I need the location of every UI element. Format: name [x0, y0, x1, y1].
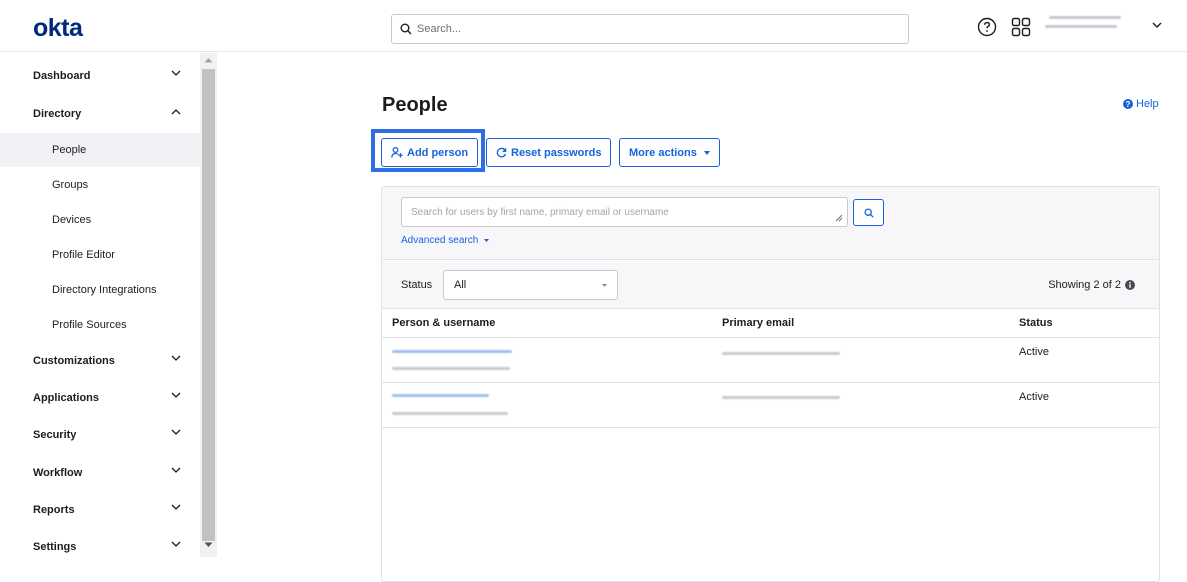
sidebar-item-security[interactable]: Security: [0, 418, 200, 452]
caret-down-icon: [602, 284, 607, 287]
svg-text:?: ?: [1126, 100, 1131, 109]
more-actions-button[interactable]: More actions: [619, 138, 720, 167]
status-filter-value: All: [454, 279, 467, 291]
chevron-up-icon: [171, 109, 181, 115]
primary-email-redacted: [722, 352, 840, 355]
sidebar-item-label: Applications: [33, 392, 100, 404]
search-area: Search for users by first name, primary …: [382, 187, 1159, 260]
results-count: Showing 2 of 2: [1048, 279, 1135, 291]
status-filter-select[interactable]: All: [443, 270, 618, 300]
okta-logo[interactable]: okta: [33, 14, 83, 43]
sidebar-item-label: Dashboard: [33, 70, 91, 82]
chevron-down-icon: [171, 392, 181, 398]
add-person-label: Add person: [407, 146, 469, 159]
sidebar-item-label: Reports: [33, 504, 75, 516]
add-user-icon: [391, 147, 403, 158]
sidebar-nav: Dashboard Directory People Groups Device…: [0, 53, 200, 582]
user-search-input[interactable]: Search for users by first name, primary …: [401, 197, 848, 227]
org-domain-redacted: [1045, 25, 1117, 28]
chevron-down-icon: [171, 355, 181, 361]
row-divider: [382, 382, 1159, 383]
sidebar-item-customizations[interactable]: Customizations: [0, 344, 200, 378]
sidebar-scrollbar[interactable]: [200, 53, 217, 557]
sidebar-subitem-devices[interactable]: Devices: [0, 203, 200, 237]
chevron-down-icon: [171, 504, 181, 510]
person-username-redacted: [392, 367, 510, 370]
help-circle-icon[interactable]: [977, 17, 997, 37]
help-link[interactable]: ? Help: [1123, 98, 1159, 110]
chevron-down-icon: [171, 70, 181, 76]
org-account-menu[interactable]: [1045, 16, 1145, 34]
person-name-link-redacted[interactable]: [392, 350, 512, 353]
column-header-person[interactable]: Person & username: [392, 317, 495, 329]
user-search-placeholder: Search for users by first name, primary …: [411, 206, 669, 218]
advanced-search-toggle[interactable]: Advanced search: [401, 235, 490, 246]
sidebar-item-settings[interactable]: Settings: [0, 530, 200, 564]
top-header: okta Search...: [0, 0, 1187, 52]
results-count-label: Showing 2 of 2: [1048, 279, 1121, 291]
global-search-input[interactable]: Search...: [391, 14, 909, 44]
sidebar-subitem-profile-sources[interactable]: Profile Sources: [0, 308, 200, 342]
sidebar-item-applications[interactable]: Applications: [0, 381, 200, 415]
sidebar-subitem-people[interactable]: People: [0, 133, 200, 167]
scroll-up-arrow-icon[interactable]: [204, 57, 213, 63]
sidebar-subitem-groups[interactable]: Groups: [0, 168, 200, 202]
search-icon: [863, 207, 874, 218]
status-filter-row: Status All Showing 2 of 2: [382, 261, 1159, 309]
person-name-link-redacted[interactable]: [392, 394, 489, 397]
table-header-divider: [382, 337, 1159, 338]
user-search-button[interactable]: [853, 199, 884, 226]
app-grid-icon[interactable]: [1011, 17, 1031, 37]
help-label: Help: [1136, 98, 1159, 110]
status-cell: Active: [1019, 391, 1049, 403]
status-cell: Active: [1019, 346, 1049, 358]
sidebar-subitem-profile-editor[interactable]: Profile Editor: [0, 238, 200, 272]
help-filled-icon: ?: [1123, 99, 1133, 109]
chevron-down-icon: [171, 429, 181, 435]
sidebar-item-label: Settings: [33, 541, 77, 553]
page-title: People: [382, 94, 448, 116]
org-name-redacted: [1049, 16, 1121, 19]
sidebar-item-directory[interactable]: Directory: [0, 97, 200, 131]
primary-email-redacted: [722, 396, 840, 399]
more-actions-label: More actions: [629, 146, 697, 159]
search-icon: [400, 23, 412, 35]
status-filter-label: Status: [401, 279, 433, 291]
resize-handle-icon[interactable]: [835, 214, 843, 222]
row-divider: [382, 427, 1159, 428]
scrollbar-thumb[interactable]: [202, 69, 215, 541]
sidebar-item-label: Security: [33, 429, 77, 441]
global-search-placeholder: Search...: [417, 23, 462, 35]
add-person-button[interactable]: Add person: [381, 138, 479, 167]
people-panel: Search for users by first name, primary …: [381, 186, 1160, 582]
sidebar-subitem-directory-integrations[interactable]: Directory Integrations: [0, 273, 200, 307]
advanced-search-label: Advanced search: [401, 235, 479, 246]
sidebar-item-reports[interactable]: Reports: [0, 493, 200, 527]
scroll-down-arrow-icon[interactable]: [204, 542, 213, 548]
column-header-status[interactable]: Status: [1019, 317, 1053, 329]
sidebar-item-dashboard[interactable]: Dashboard: [0, 59, 200, 93]
sidebar-item-workflow[interactable]: Workflow: [0, 456, 200, 490]
caret-down-icon: [703, 150, 710, 155]
chevron-down-icon: [171, 541, 181, 547]
reset-passwords-button[interactable]: Reset passwords: [486, 138, 612, 167]
chevron-down-icon: [171, 467, 181, 473]
sidebar-item-label: Customizations: [33, 355, 115, 367]
refresh-icon: [496, 147, 507, 158]
caret-down-icon: [484, 239, 490, 242]
sidebar-item-label: Directory: [33, 108, 82, 120]
info-icon[interactable]: [1125, 280, 1135, 290]
reset-passwords-label: Reset passwords: [511, 146, 602, 159]
sidebar-item-label: Workflow: [33, 467, 83, 479]
person-username-redacted: [392, 412, 508, 415]
column-header-email[interactable]: Primary email: [722, 317, 794, 329]
chevron-down-icon[interactable]: [1152, 22, 1162, 29]
